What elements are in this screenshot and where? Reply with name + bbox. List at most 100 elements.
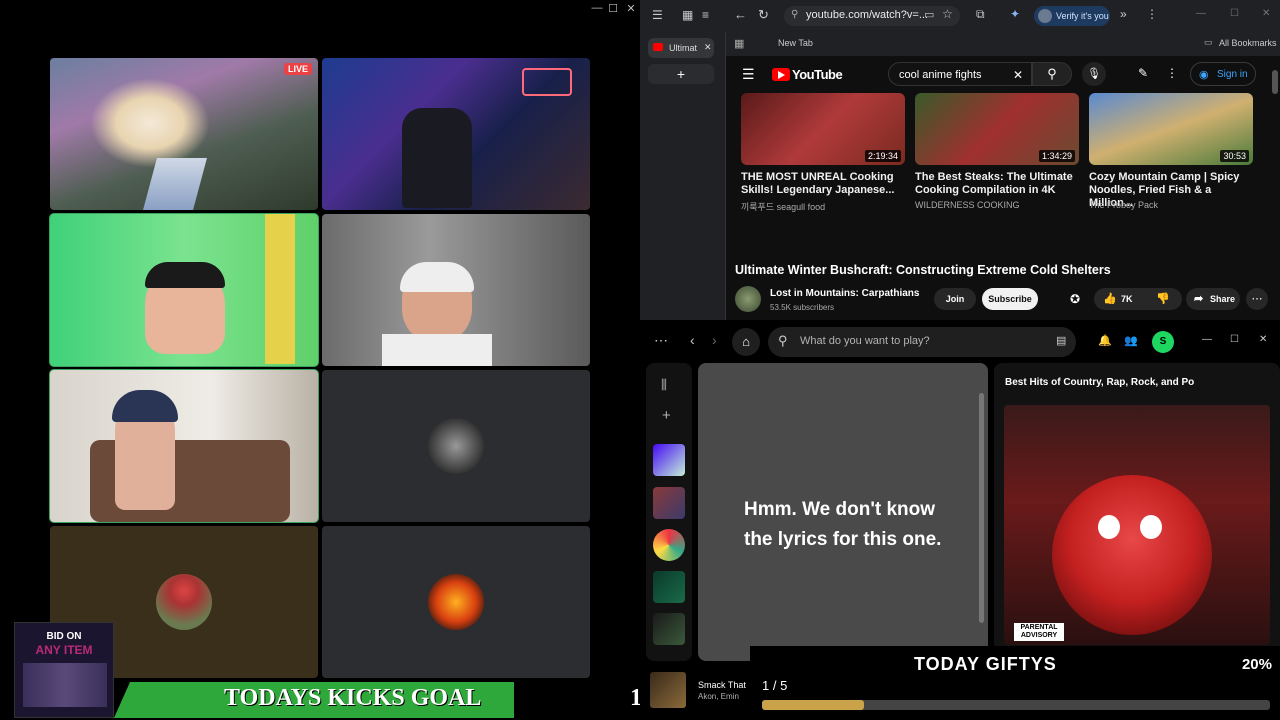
parental-advisory: PARENTAL ADVISORY xyxy=(1014,623,1064,641)
library-item[interactable] xyxy=(653,487,685,519)
back-icon[interactable]: ← xyxy=(734,7,747,22)
hamburger-icon[interactable]: ☰ xyxy=(742,66,755,83)
video-channel[interactable]: WILDERNESS COOKING xyxy=(915,200,1020,210)
video-thumb-2[interactable]: 1:34:29 xyxy=(915,93,1079,165)
like-icon[interactable]: 👍 xyxy=(1103,292,1117,305)
browse-icon[interactable]: ▤ xyxy=(1056,334,1066,347)
folder-icon: ▭ xyxy=(1204,37,1213,47)
site-info-icon[interactable]: ⚲ xyxy=(791,9,798,20)
friends-icon[interactable]: 👥 xyxy=(1124,334,1138,347)
now-playing-bar: Smack That Akon, Emin xyxy=(648,670,748,710)
video-duration: 30:53 xyxy=(1220,150,1249,162)
lyrics-panel: Hmm. We don't know the lyrics for this o… xyxy=(698,363,988,661)
video-thumb-1[interactable]: 2:19:34 xyxy=(741,93,905,165)
spotify-search-input[interactable]: ⚲ What do you want to play? ▤ xyxy=(768,327,1076,357)
track-title[interactable]: Smack That xyxy=(698,680,746,690)
apps-icon[interactable]: ▦ xyxy=(734,37,744,50)
library-item[interactable] xyxy=(653,529,685,561)
tab-list-icon[interactable]: ☰ xyxy=(652,8,663,22)
video-title[interactable]: THE MOST UNREAL Cooking Skills! Legendar… xyxy=(741,171,907,197)
tab-active[interactable]: Ultimat ✕ xyxy=(648,38,714,58)
chevron-right-icon[interactable]: » xyxy=(1120,7,1127,21)
liked-songs-icon[interactable] xyxy=(653,444,685,476)
hype-icon[interactable]: ✪ xyxy=(1070,292,1080,306)
maximize-icon[interactable]: ☐ xyxy=(604,2,622,15)
profile-chip[interactable]: Verify it's you xyxy=(1034,6,1110,26)
video-tile-speaker[interactable] xyxy=(49,213,319,367)
video-title[interactable]: The Best Steaks: The Ultimate Cooking Co… xyxy=(915,171,1081,197)
like-dislike-group: 👍 7K 👎 xyxy=(1094,288,1182,310)
wizard-avatar xyxy=(156,574,212,630)
spot-minimize-icon[interactable]: — xyxy=(1202,334,1212,345)
stream-tile-game[interactable]: LIVE xyxy=(50,58,318,210)
clear-search-icon[interactable]: ✕ xyxy=(1013,68,1023,82)
share-button[interactable]: ➦ Share xyxy=(1186,288,1240,310)
create-icon[interactable]: ✎ xyxy=(1138,66,1148,80)
track-artist[interactable]: Akon, Emin xyxy=(698,692,750,701)
video-channel[interactable]: 끼룩푸드 seagull food xyxy=(741,200,825,213)
more-icon[interactable]: ⋮ xyxy=(1166,66,1178,80)
youtube-logo-text[interactable]: YouTube xyxy=(792,67,843,82)
video-tile-participant-2[interactable] xyxy=(49,369,319,523)
gifty-progress-track xyxy=(762,700,1270,710)
spot-maximize-icon[interactable]: ☐ xyxy=(1230,334,1239,345)
tab-close-icon[interactable]: ✕ xyxy=(704,42,712,53)
bookmark-star-icon[interactable]: ☆ xyxy=(942,7,953,21)
extensions-icon[interactable]: ⧉ xyxy=(976,7,985,22)
library-icon[interactable]: ⫼ xyxy=(661,377,667,393)
mic-icon[interactable]: 🎙 xyxy=(1082,62,1106,86)
home-icon[interactable]: ⌂ xyxy=(732,328,760,356)
channel-name[interactable]: Lost in Mountains: Carpathians xyxy=(770,288,919,299)
share-label: Share xyxy=(1210,294,1236,304)
scrollbar[interactable] xyxy=(1272,70,1278,94)
album-art: PARENTAL ADVISORY xyxy=(1004,405,1270,645)
user-avatar[interactable]: S xyxy=(1152,331,1174,353)
kicks-goal-bar: TODAYS KICKS GOAL 1000 xyxy=(114,680,678,720)
voice-tile-skull[interactable] xyxy=(322,370,590,522)
tab-grid-icon[interactable]: ▦ xyxy=(682,8,693,22)
youtube-search-input[interactable]: cool anime fights ✕ xyxy=(888,62,1032,86)
cast-icon[interactable]: ▭ xyxy=(924,8,934,21)
menu-dots-icon[interactable]: ⋮ xyxy=(1146,7,1158,21)
close-icon[interactable]: ✕ xyxy=(622,2,640,15)
now-playing-panel: Best Hits of Country, Rap, Rock, and Po … xyxy=(994,363,1280,653)
channel-avatar[interactable] xyxy=(735,286,761,312)
join-button[interactable]: Join xyxy=(934,288,976,310)
search-button[interactable]: ⚲ xyxy=(1032,62,1072,86)
nav-back-icon[interactable]: ‹ xyxy=(690,332,695,348)
chrome-window: ☰ ▦ ≡ ← ↻ ⚲ youtube.com/watch?v=... ▭ ☆ … xyxy=(640,0,1280,320)
bookmarks-bar: ▦ New Tab ▭ All Bookmarks xyxy=(726,32,1280,56)
bookmark-new-tab[interactable]: New Tab xyxy=(778,38,813,48)
notifications-icon[interactable]: 🔔 xyxy=(1098,334,1112,347)
win-maximize-icon[interactable]: ☐ xyxy=(1230,8,1239,19)
subscribe-button[interactable]: Subscribe xyxy=(982,288,1038,310)
video-channel[interactable]: The Proboy Pack xyxy=(1089,200,1158,210)
video-tile-participant[interactable] xyxy=(322,214,590,366)
reload-icon[interactable]: ↻ xyxy=(758,7,769,23)
more-actions-icon[interactable]: ⋯ xyxy=(1246,288,1268,310)
win-minimize-icon[interactable]: — xyxy=(1196,8,1206,19)
skull-avatar xyxy=(428,418,484,474)
sign-in-button[interactable]: ◉ Sign in xyxy=(1190,62,1256,86)
nav-forward-icon[interactable]: › xyxy=(712,332,717,348)
create-playlist-icon[interactable]: + xyxy=(662,407,671,424)
youtube-logo-icon[interactable] xyxy=(772,68,790,81)
track-cover[interactable] xyxy=(650,672,686,708)
win-close-icon[interactable]: ✕ xyxy=(1262,8,1270,19)
gifty-progress-fill xyxy=(762,700,864,710)
all-bookmarks[interactable]: All Bookmarks xyxy=(1219,38,1277,48)
stream-tile-gamer-room[interactable] xyxy=(322,58,590,210)
dislike-icon[interactable]: 👎 xyxy=(1156,292,1170,305)
voice-tile-fire[interactable] xyxy=(322,526,590,678)
library-item[interactable] xyxy=(653,613,685,645)
spot-close-icon[interactable]: ✕ xyxy=(1259,334,1267,345)
lyrics-scrollbar[interactable] xyxy=(979,393,984,623)
video-thumb-3[interactable]: 30:53 xyxy=(1089,93,1253,165)
new-tab-button[interactable]: + xyxy=(648,64,714,84)
spotify-menu-icon[interactable]: ⋯ xyxy=(654,332,668,349)
playlist-title[interactable]: Best Hits of Country, Rap, Rock, and Po xyxy=(1005,377,1205,388)
discord-call-panel: — ☐ ✕ LIVE xyxy=(0,0,640,720)
gemini-icon[interactable]: ✦ xyxy=(1010,7,1020,21)
library-item[interactable] xyxy=(653,571,685,603)
tab-search-icon[interactable]: ≡ xyxy=(702,8,709,22)
